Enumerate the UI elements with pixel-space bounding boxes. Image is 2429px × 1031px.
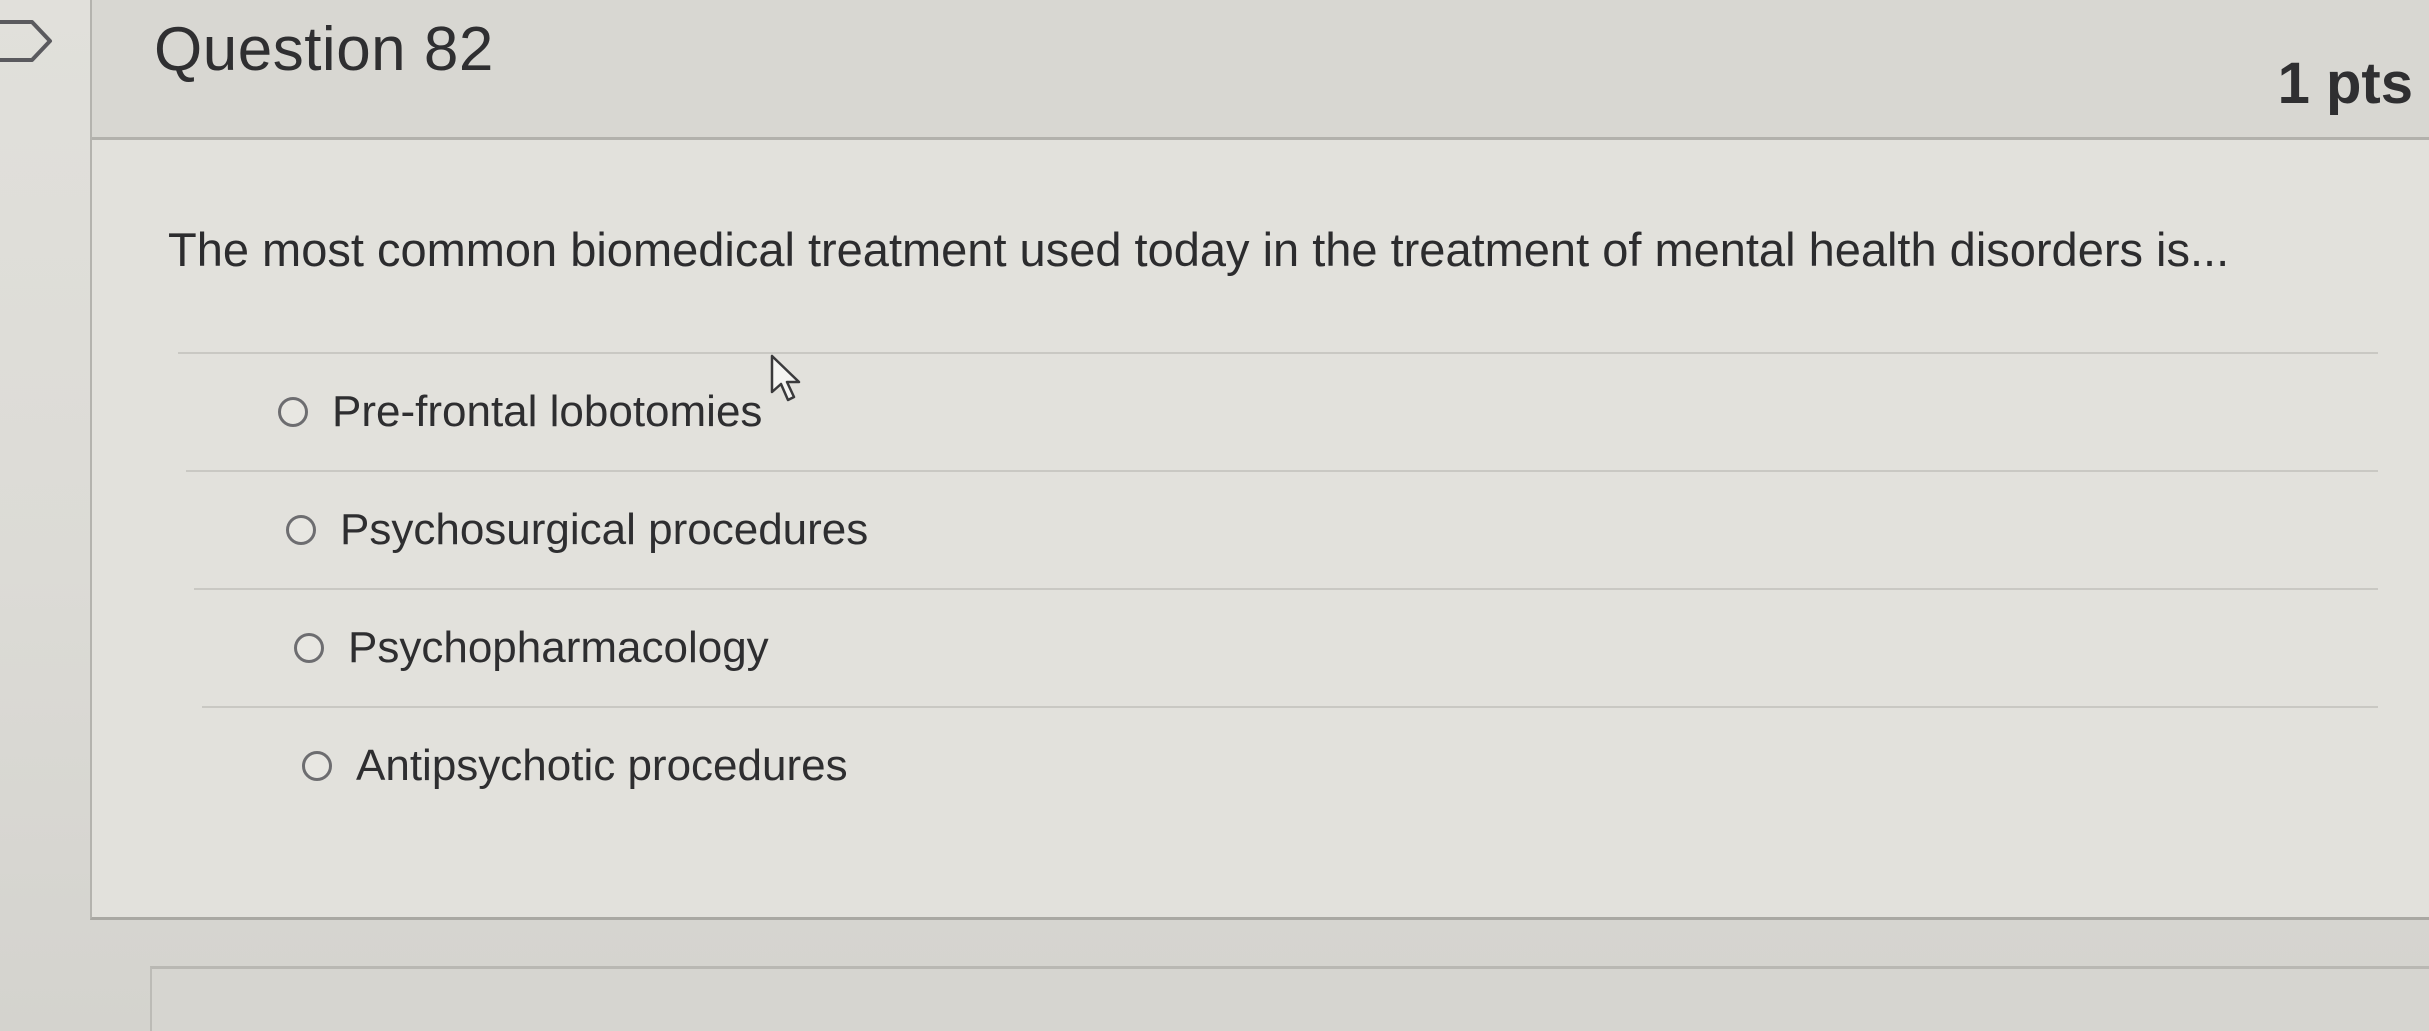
answer-option-1[interactable]: Pre-frontal lobotomies <box>178 352 2378 470</box>
answer-label[interactable]: Pre-frontal lobotomies <box>332 387 762 437</box>
radio-button[interactable] <box>278 397 308 427</box>
flag-icon[interactable] <box>0 18 56 64</box>
question-card: Question 82 1 pts The most common biomed… <box>90 0 2429 920</box>
answer-option-4[interactable]: Antipsychotic procedures <box>202 706 2378 824</box>
answer-label[interactable]: Psychopharmacology <box>348 623 769 673</box>
answer-option-3[interactable]: Psychopharmacology <box>194 588 2378 706</box>
question-text: The most common biomedical treatment use… <box>168 223 2230 276</box>
next-question-card <box>150 966 2429 1031</box>
answer-list: Pre-frontal lobotomies Psychosurgical pr… <box>178 352 2378 824</box>
question-title: Question 82 <box>154 15 494 84</box>
radio-button[interactable] <box>286 515 316 545</box>
answer-label[interactable]: Antipsychotic procedures <box>356 741 848 791</box>
radio-button[interactable] <box>302 751 332 781</box>
question-header: Question 82 1 pts <box>92 0 2429 140</box>
question-points: 1 pts <box>2277 51 2413 116</box>
mouse-pointer-icon <box>770 354 801 402</box>
radio-button[interactable] <box>294 633 324 663</box>
answer-label[interactable]: Psychosurgical procedures <box>340 505 868 555</box>
answer-option-2[interactable]: Psychosurgical procedures <box>186 470 2378 588</box>
quiz-page: Question 82 1 pts The most common biomed… <box>0 0 2429 1031</box>
